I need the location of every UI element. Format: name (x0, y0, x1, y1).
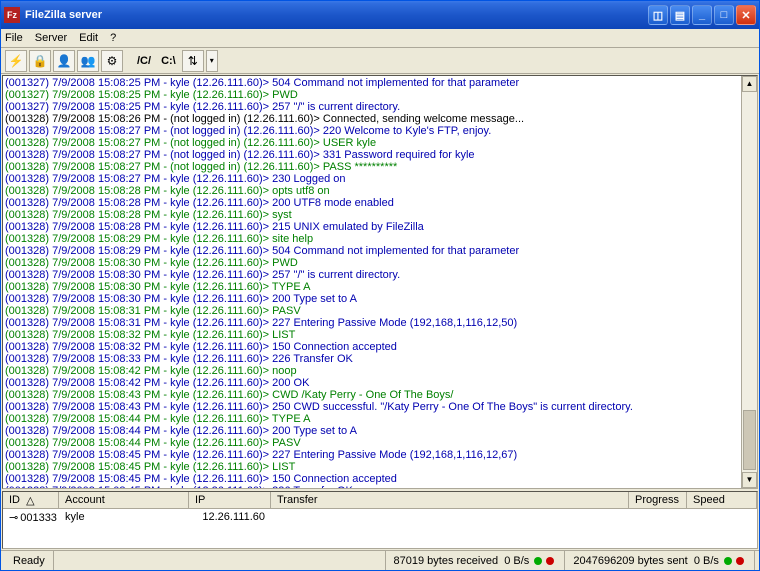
log-line: (001327) 7/9/2008 15:08:25 PM - kyle (12… (5, 77, 755, 89)
log-line: (001327) 7/9/2008 15:08:25 PM - kyle (12… (5, 101, 755, 113)
grid-header: ID △ Account IP Transfer Progress Speed (3, 492, 757, 509)
connections-grid: ID △ Account IP Transfer Progress Speed … (2, 491, 758, 549)
close-button[interactable]: ✕ (736, 5, 756, 25)
menu-edit[interactable]: Edit (79, 32, 98, 44)
log-scrollbar[interactable]: ▲ ▼ (741, 76, 757, 488)
log-line: (001328) 7/9/2008 15:08:27 PM - (not log… (5, 161, 755, 173)
drive-win-label[interactable]: C:\ (157, 55, 180, 67)
dropdown-icon[interactable]: ▾ (206, 50, 218, 72)
log-line: (001328) 7/9/2008 15:08:31 PM - kyle (12… (5, 305, 755, 317)
header-progress[interactable]: Progress (629, 492, 687, 508)
log-line: (001328) 7/9/2008 15:08:30 PM - kyle (12… (5, 281, 755, 293)
cell-id: 001333 (3, 510, 59, 525)
group-icon[interactable]: 👥 (77, 50, 99, 72)
log-line: (001328) 7/9/2008 15:08:33 PM - kyle (12… (5, 353, 755, 365)
log-line: (001328) 7/9/2008 15:08:26 PM - (not log… (5, 113, 755, 125)
log-line: (001328) 7/9/2008 15:08:42 PM - kyle (12… (5, 377, 755, 389)
table-row[interactable]: 001333 kyle 12.26.111.60 (3, 509, 757, 525)
toolbar: ⚡ 🔒 👤 👥 ⚙ /C/ C:\ ⇅ ▾ (1, 48, 759, 74)
status-bar: Ready 87019 bytes received 0 B/s 2047696… (1, 550, 759, 570)
menu-file[interactable]: File (5, 32, 23, 44)
cell-progress (629, 516, 687, 518)
log-line: (001328) 7/9/2008 15:08:44 PM - kyle (12… (5, 437, 755, 449)
scroll-track[interactable] (742, 92, 757, 472)
log-line: (001328) 7/9/2008 15:08:30 PM - kyle (12… (5, 257, 755, 269)
log-line: (001328) 7/9/2008 15:08:29 PM - kyle (12… (5, 233, 755, 245)
log-line: (001327) 7/9/2008 15:08:25 PM - kyle (12… (5, 89, 755, 101)
cell-speed (687, 516, 757, 518)
log-line: (001328) 7/9/2008 15:08:30 PM - kyle (12… (5, 269, 755, 281)
window-title: FileZilla server (25, 9, 648, 21)
maximize-button[interactable]: □ (714, 5, 734, 25)
scroll-down-icon[interactable]: ▼ (742, 472, 757, 488)
scroll-thumb[interactable] (743, 410, 756, 470)
sent-led-icon (724, 557, 732, 565)
recv-led2-icon (546, 557, 554, 565)
restore-button[interactable]: ◫ (648, 5, 668, 25)
header-id[interactable]: ID △ (3, 492, 59, 508)
sent-led2-icon (736, 557, 744, 565)
status-received: 87019 bytes received 0 B/s (386, 551, 566, 570)
log-line: (001328) 7/9/2008 15:08:29 PM - kyle (12… (5, 245, 755, 257)
log-line: (001328) 7/9/2008 15:08:28 PM - kyle (12… (5, 209, 755, 221)
log-line: (001328) 7/9/2008 15:08:31 PM - kyle (12… (5, 317, 755, 329)
grid-body: 001333 kyle 12.26.111.60 (3, 509, 757, 548)
log-line: (001328) 7/9/2008 15:08:44 PM - kyle (12… (5, 425, 755, 437)
window-buttons: ◫ ▤ _ □ ✕ (648, 5, 756, 25)
header-ip[interactable]: IP (189, 492, 271, 508)
status-sent: 2047696209 bytes sent 0 B/s (565, 551, 755, 570)
log-line: (001328) 7/9/2008 15:08:27 PM - kyle (12… (5, 173, 755, 185)
tray-button[interactable]: ▤ (670, 5, 690, 25)
cell-transfer (271, 516, 629, 518)
log-line: (001328) 7/9/2008 15:08:27 PM - (not log… (5, 125, 755, 137)
log-line: (001328) 7/9/2008 15:08:43 PM - kyle (12… (5, 401, 755, 413)
cell-account: kyle (59, 510, 189, 524)
header-speed[interactable]: Speed (687, 492, 757, 508)
log-line: (001328) 7/9/2008 15:08:27 PM - (not log… (5, 149, 755, 161)
log-line: (001328) 7/9/2008 15:08:28 PM - kyle (12… (5, 185, 755, 197)
log-line: (001328) 7/9/2008 15:08:28 PM - kyle (12… (5, 221, 755, 233)
lightning-icon[interactable]: ⚡ (5, 50, 27, 72)
log-line: (001328) 7/9/2008 15:08:45 PM - kyle (12… (5, 449, 755, 461)
app-icon: Fz (4, 7, 20, 23)
header-transfer[interactable]: Transfer (271, 492, 629, 508)
log-line: (001328) 7/9/2008 15:08:44 PM - kyle (12… (5, 413, 755, 425)
status-ready: Ready (5, 551, 54, 570)
log-line: (001328) 7/9/2008 15:08:43 PM - kyle (12… (5, 389, 755, 401)
header-account[interactable]: Account (59, 492, 189, 508)
log-line: (001328) 7/9/2008 15:08:42 PM - kyle (12… (5, 365, 755, 377)
log-line: (001328) 7/9/2008 15:08:28 PM - kyle (12… (5, 197, 755, 209)
menu-server[interactable]: Server (35, 32, 67, 44)
drive-unix-label[interactable]: /C/ (133, 55, 155, 67)
log-line: (001328) 7/9/2008 15:08:45 PM - kyle (12… (5, 473, 755, 485)
title-bar: Fz FileZilla server ◫ ▤ _ □ ✕ (1, 1, 759, 29)
log-line: (001328) 7/9/2008 15:08:27 PM - (not log… (5, 137, 755, 149)
log-line: (001328) 7/9/2008 15:08:32 PM - kyle (12… (5, 341, 755, 353)
settings-icon[interactable]: ⚙ (101, 50, 123, 72)
user-icon[interactable]: 👤 (53, 50, 75, 72)
log-panel: (001327) 7/9/2008 15:08:25 PM - kyle (12… (2, 75, 758, 489)
log-line: (001328) 7/9/2008 15:08:45 PM - kyle (12… (5, 461, 755, 473)
scroll-up-icon[interactable]: ▲ (742, 76, 757, 92)
log-line: (001328) 7/9/2008 15:08:32 PM - kyle (12… (5, 329, 755, 341)
lock-icon[interactable]: 🔒 (29, 50, 51, 72)
sort-icon[interactable]: ⇅ (182, 50, 204, 72)
log-line: (001328) 7/9/2008 15:08:30 PM - kyle (12… (5, 293, 755, 305)
minimize-button[interactable]: _ (692, 5, 712, 25)
menu-bar: File Server Edit ? (1, 29, 759, 48)
cell-ip: 12.26.111.60 (189, 510, 271, 524)
log-line: (001328) 7/9/2008 15:08:45 PM - kyle (12… (5, 485, 755, 489)
menu-help[interactable]: ? (110, 32, 116, 44)
recv-led-icon (534, 557, 542, 565)
